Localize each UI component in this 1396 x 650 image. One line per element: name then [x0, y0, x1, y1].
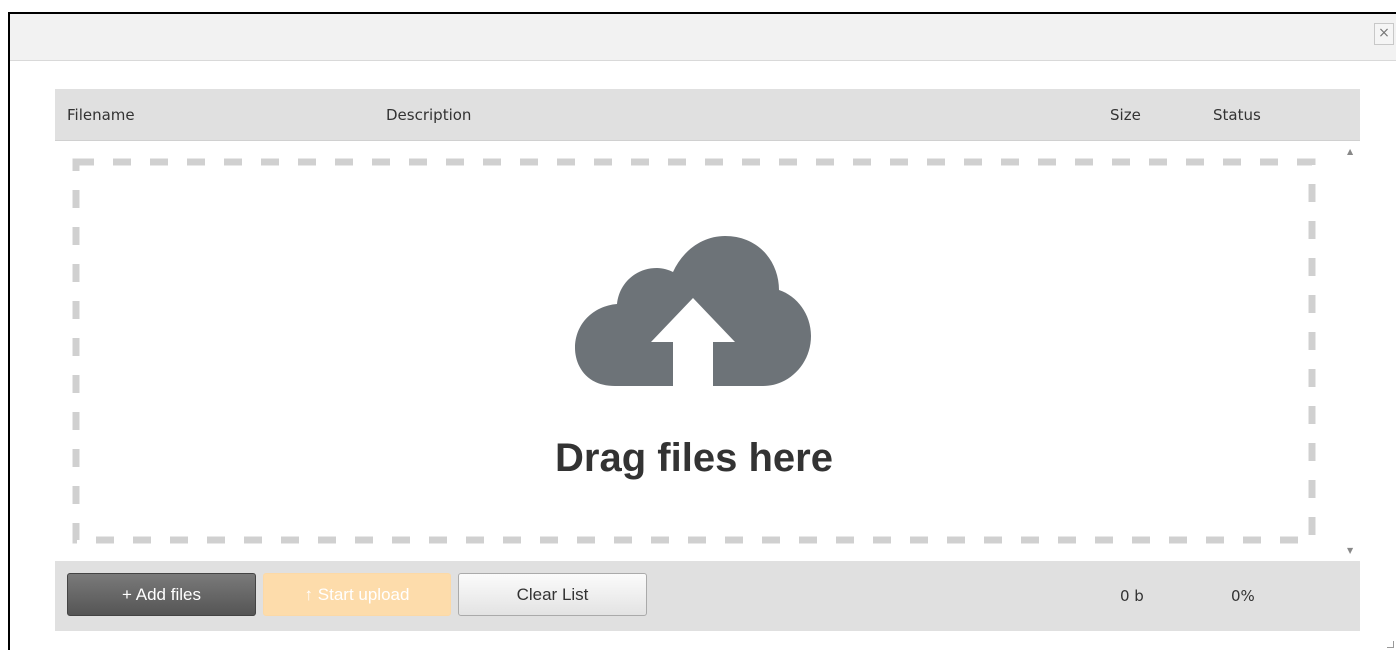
- scroll-up-icon[interactable]: ▲: [1347, 147, 1353, 156]
- dialog-titlebar: ×: [10, 14, 1396, 61]
- column-size: Size: [1110, 106, 1141, 124]
- start-upload-button[interactable]: ↑ Start upload: [263, 573, 451, 616]
- add-files-button[interactable]: + Add files: [67, 573, 256, 616]
- resize-handle[interactable]: [1387, 641, 1394, 648]
- file-list-scrollbar[interactable]: ▲ ▼: [1343, 141, 1360, 561]
- column-filename: Filename: [67, 106, 135, 124]
- total-size: 0 b: [1120, 587, 1144, 605]
- clear-list-button[interactable]: Clear List: [458, 573, 647, 616]
- drop-zone[interactable]: Drag files here: [72, 158, 1316, 544]
- total-status: 0%: [1231, 587, 1255, 605]
- close-button[interactable]: ×: [1374, 23, 1394, 45]
- file-list: Drag files here ▲ ▼: [55, 141, 1360, 561]
- upload-dialog: × Filename Description Size Status Drag …: [8, 12, 1396, 650]
- column-description: Description: [386, 106, 472, 124]
- column-status: Status: [1213, 106, 1261, 124]
- file-list-footer: + Add files ↑ Start upload Clear List 0 …: [55, 561, 1360, 631]
- file-uploader: Filename Description Size Status Drag fi…: [55, 89, 1360, 631]
- cloud-upload-icon: [575, 236, 811, 386]
- scroll-down-icon[interactable]: ▼: [1347, 546, 1353, 555]
- drop-zone-text: Drag files here: [555, 436, 833, 480]
- file-list-header: Filename Description Size Status: [55, 89, 1360, 141]
